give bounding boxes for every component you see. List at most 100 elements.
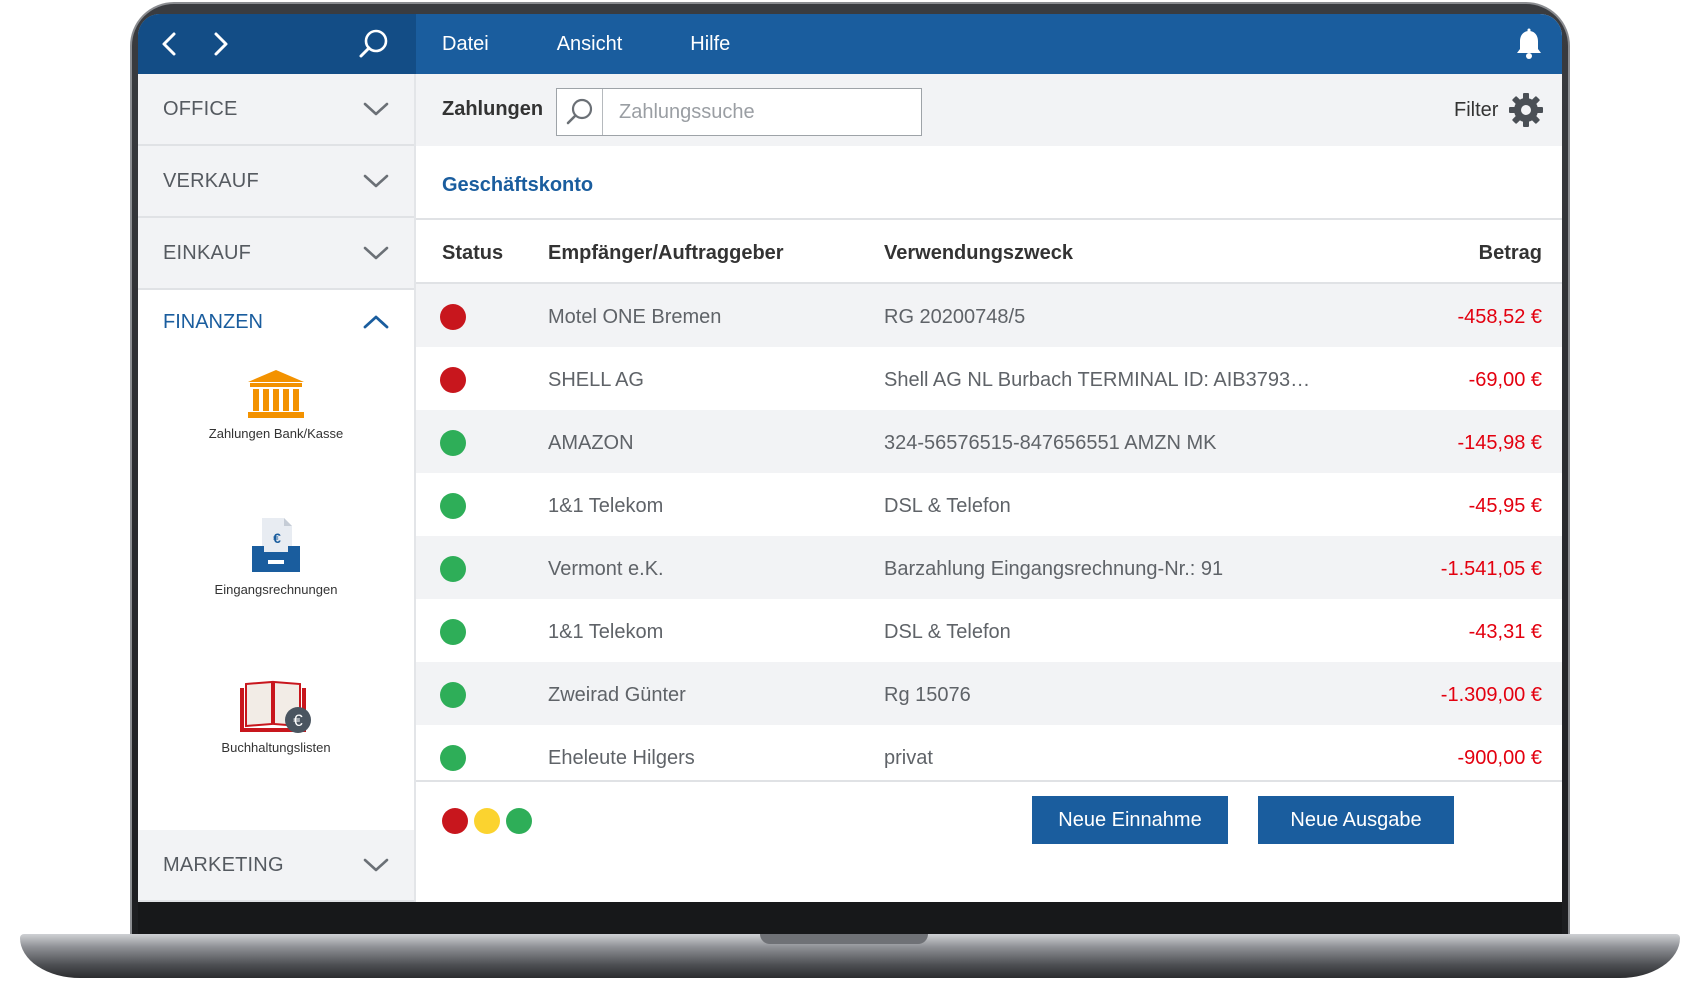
- table-row[interactable]: 1&1 Telekom DSL & Telefon -45,95 €: [416, 473, 1562, 536]
- page-title: Zahlungen: [442, 98, 544, 120]
- global-search-button[interactable]: [356, 26, 392, 62]
- menu-item-hilfe[interactable]: Hilfe: [664, 33, 730, 56]
- status-indicator-green: [440, 556, 466, 582]
- sidebar-section-label: FINANZEN: [163, 310, 263, 333]
- incoming-invoice-icon: €: [252, 518, 300, 572]
- accounting-book-icon: €: [240, 680, 311, 733]
- sidebar-section-label: VERKAUF: [163, 169, 259, 192]
- filter-label: Filter: [1454, 98, 1499, 121]
- main-menu: Datei Ansicht Hilfe: [416, 14, 772, 74]
- app-label: Buchhaltungslisten: [221, 740, 331, 755]
- purpose-cell: Rg 15076: [884, 684, 971, 706]
- status-legend-red[interactable]: [442, 808, 468, 834]
- status-indicator-green: [440, 493, 466, 519]
- amount-cell: -43,31 €: [1468, 621, 1542, 643]
- status-indicator-green: [440, 682, 466, 708]
- status-indicator-green: [440, 745, 466, 771]
- chevron-right-icon: [214, 32, 228, 56]
- search-icon: [566, 98, 592, 125]
- gear-icon: [1509, 93, 1544, 127]
- column-header-status[interactable]: Status: [442, 242, 503, 265]
- menu-item-ansicht[interactable]: Ansicht: [531, 33, 623, 56]
- amount-cell: -69,00 €: [1468, 369, 1542, 391]
- table-row[interactable]: 1&1 Telekom DSL & Telefon -43,31 €: [416, 599, 1562, 662]
- table-header: Status Empfänger/Auftraggeber Verwendung…: [416, 220, 1562, 284]
- amount-cell: -458,52 €: [1457, 306, 1542, 328]
- chevron-left-icon: [162, 32, 176, 56]
- purpose-cell: DSL & Telefon: [884, 495, 1011, 517]
- sidebar-section-label: MARKETING: [163, 853, 284, 876]
- notifications-button[interactable]: [1514, 28, 1544, 60]
- column-header-recipient[interactable]: Empfänger/Auftraggeber: [548, 242, 784, 265]
- amount-cell: -1.309,00 €: [1440, 684, 1542, 706]
- bank-icon: [248, 370, 304, 418]
- amount-cell: -1.541,05 €: [1440, 558, 1542, 580]
- forward-button[interactable]: [204, 28, 236, 60]
- svg-text:€: €: [293, 711, 303, 730]
- app-zahlungen-bank-kasse[interactable]: Zahlungen Bank/Kasse: [138, 368, 414, 441]
- chevron-down-icon: [363, 174, 389, 188]
- chevron-down-icon: [363, 102, 389, 116]
- status-indicator-green: [440, 430, 466, 456]
- sidebar-section-marketing[interactable]: MARKETING: [138, 830, 414, 902]
- filter-button[interactable]: Filter: [1454, 92, 1544, 128]
- account-header: Geschäftskonto: [416, 146, 1562, 220]
- new-expense-button[interactable]: Neue Ausgabe: [1258, 796, 1454, 844]
- amount-cell: -145,98 €: [1457, 432, 1542, 454]
- app-buchhaltungslisten[interactable]: € Buchhaltungslisten: [138, 678, 414, 755]
- sidebar: OFFICE VERKAUF EINKAUF FINANZEN Zahlunge…: [138, 74, 416, 902]
- purpose-cell: Shell AG NL Burbach TERMINAL ID: AIB3793…: [884, 369, 1311, 391]
- sidebar-section-office[interactable]: OFFICE: [138, 74, 414, 146]
- chevron-up-icon: [363, 315, 389, 329]
- new-income-button[interactable]: Neue Einnahme: [1032, 796, 1228, 844]
- column-header-amount[interactable]: Betrag: [1479, 242, 1542, 265]
- app-label: Zahlungen Bank/Kasse: [208, 426, 344, 441]
- table-row[interactable]: Zweirad Günter Rg 15076 -1.309,00 €: [416, 662, 1562, 725]
- recipient-cell: Vermont e.K.: [548, 558, 664, 580]
- amount-cell: -45,95 €: [1468, 495, 1542, 517]
- recipient-cell: Eheleute Hilgers: [548, 747, 695, 769]
- search-button[interactable]: [557, 89, 603, 135]
- payments-toolbar: Zahlungen Filter: [416, 74, 1562, 146]
- purpose-cell: RG 20200748/5: [884, 306, 1026, 328]
- table-row[interactable]: Eheleute Hilgers privat -900,00 €: [416, 725, 1562, 780]
- laptop-base-notch: [760, 934, 928, 944]
- sidebar-section-verkauf[interactable]: VERKAUF: [138, 146, 414, 218]
- recipient-cell: 1&1 Telekom: [548, 621, 664, 643]
- sidebar-section-finanzen-header[interactable]: FINANZEN: [138, 290, 414, 354]
- top-bar: Datei Ansicht Hilfe: [138, 14, 1562, 74]
- sidebar-section-einkauf[interactable]: EINKAUF: [138, 218, 414, 290]
- recipient-cell: 1&1 Telekom: [548, 495, 664, 517]
- sidebar-section-label: OFFICE: [163, 97, 238, 120]
- recipient-cell: SHELL AG: [548, 369, 644, 391]
- bell-icon: [1517, 28, 1541, 59]
- amount-cell: -900,00 €: [1457, 747, 1542, 769]
- app-eingangsrechnungen[interactable]: € Eingangsrechnungen: [138, 516, 414, 597]
- chevron-down-icon: [363, 858, 389, 872]
- table-footer: Neue Einnahme Neue Ausgabe: [416, 780, 1562, 902]
- search-icon: [359, 29, 388, 58]
- payment-search-input[interactable]: [603, 89, 921, 135]
- laptop-bezel-bottom: [138, 902, 1562, 934]
- table-row[interactable]: Vermont e.K. Barzahlung Eingangsrechnung-…: [416, 536, 1562, 599]
- table-row[interactable]: Motel ONE Bremen RG 20200748/5 -458,52 €: [416, 284, 1562, 347]
- table-row[interactable]: AMAZON 324-56576515-847656551 AMZN MK -145…: [416, 410, 1562, 473]
- recipient-cell: AMAZON: [548, 432, 634, 454]
- status-indicator-red: [440, 304, 466, 330]
- payment-search: [556, 88, 922, 136]
- sidebar-section-finanzen: FINANZEN Zahlungen Bank/Kasse € Eingangs…: [138, 290, 414, 826]
- payments-table-body: Motel ONE Bremen RG 20200748/5 -458,52 € SH…: [416, 284, 1562, 780]
- back-button[interactable]: [154, 28, 186, 60]
- purpose-cell: DSL & Telefon: [884, 621, 1011, 643]
- status-legend-yellow[interactable]: [474, 808, 500, 834]
- column-header-purpose[interactable]: Verwendungszweck: [884, 242, 1073, 265]
- top-bar-nav: [138, 14, 416, 74]
- recipient-cell: Motel ONE Bremen: [548, 306, 722, 328]
- purpose-cell: Barzahlung Eingangsrechnung-Nr.: 91: [884, 558, 1224, 580]
- menu-item-datei[interactable]: Datei: [416, 33, 489, 56]
- account-name-link[interactable]: Geschäftskonto: [442, 174, 593, 197]
- app-screen: Datei Ansicht Hilfe OFFICE VERKAUF EINKA…: [138, 14, 1562, 902]
- purpose-cell: 324-56576515-847656551 AMZN MK: [884, 432, 1217, 454]
- table-row[interactable]: SHELL AG Shell AG NL Burbach TERMINAL ID:…: [416, 347, 1562, 410]
- status-legend-green[interactable]: [506, 808, 532, 834]
